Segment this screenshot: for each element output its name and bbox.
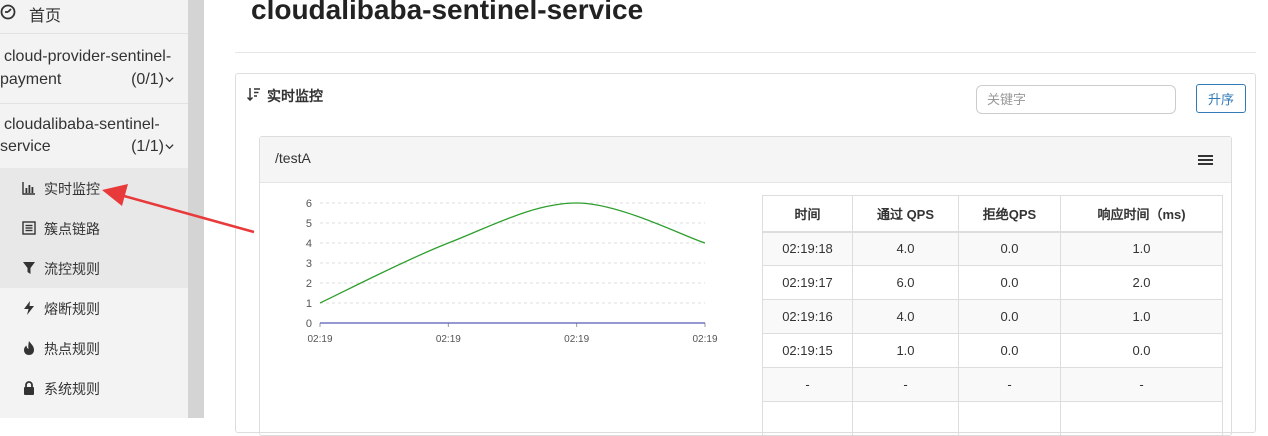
- resource-name: /testA: [275, 150, 311, 166]
- sidebar-item-degrade-rules[interactable]: 熔断规则: [0, 288, 188, 328]
- cell-pass-qps: 4.0: [852, 231, 959, 266]
- cell-block-qps: 0.0: [958, 333, 1061, 368]
- menu-label: 簇点链路: [44, 221, 100, 237]
- y-tick-label: 5: [306, 218, 312, 230]
- app-name-line1: cloud-provider-sentinel-: [4, 48, 172, 65]
- cell-pass-qps: 6.0: [852, 265, 959, 300]
- cell-pass-qps: 1.0: [852, 333, 959, 368]
- sidebar-item-cluster-link[interactable]: 簇点链路: [0, 208, 188, 248]
- y-tick-label: 0: [306, 318, 312, 330]
- cell-block-qps: -: [958, 367, 1061, 402]
- panel-title: 实时监控: [267, 88, 323, 104]
- menu-label: 流控规则: [44, 261, 100, 277]
- cell-pass-qps: 4.0: [852, 299, 959, 334]
- resource-card: /testA 0 1 2 3 4 5 6 02:19 02:19 02:19 02:19 时间 通过…: [259, 136, 1232, 436]
- sidebar-item-flow-rules[interactable]: 流控规则: [0, 248, 188, 288]
- cell-time: 02:19:15: [762, 333, 853, 368]
- bar-chart-icon: [22, 182, 35, 195]
- x-tick-label: 02:19: [564, 334, 589, 345]
- table-header-row: 时间 通过 QPS 拒绝QPS 响应时间（ms): [762, 195, 1223, 233]
- keyword-search-input[interactable]: [976, 85, 1176, 114]
- qps-line-chart: 0 1 2 3 4 5 6 02:19 02:19 02:19 02:19: [306, 198, 718, 345]
- cell-time: 02:19:17: [762, 265, 853, 300]
- app-name-line2: payment: [0, 71, 62, 88]
- table-row: 02:19:16 4.0 0.0 1.0: [762, 299, 1223, 334]
- cell-time: [762, 401, 853, 436]
- list-icon: [22, 221, 36, 235]
- table-row: 02:19:18 4.0 0.0 1.0: [762, 231, 1223, 266]
- cell-block-qps: [958, 401, 1061, 436]
- cell-block-qps: 0.0: [958, 265, 1061, 300]
- menu-icon[interactable]: [1198, 154, 1213, 166]
- sidebar-scrollbar[interactable]: [188, 0, 204, 418]
- app-machine-count: (1/1): [131, 138, 164, 155]
- cell-block-qps: 0.0: [958, 231, 1061, 266]
- col-header-pass-qps: 通过 QPS: [852, 195, 959, 233]
- menu-label: 实时监控: [44, 181, 100, 197]
- cell-rt: 0.0: [1060, 333, 1223, 368]
- cell-time: 02:19:16: [762, 299, 853, 334]
- app-name-line1: cloudalibaba-sentinel-: [4, 116, 160, 133]
- menu-label: 热点规则: [44, 341, 100, 357]
- sidebar-item-hotspot-rules[interactable]: 热点规则: [0, 328, 188, 368]
- sidebar-item-system-rules[interactable]: 系统规则: [0, 368, 188, 408]
- metrics-table: 时间 通过 QPS 拒绝QPS 响应时间（ms) 02:19:18 4.0 0.0 1…: [762, 195, 1223, 436]
- realtime-monitor-panel: 实时监控 升序 /testA 0 1 2 3 4 5 6 02:19 02:19 02:19 02:…: [235, 73, 1256, 436]
- table-row: 02:19:15 1.0 0.0 0.0: [762, 333, 1223, 368]
- y-tick-label: 6: [306, 198, 312, 210]
- lock-icon: [24, 381, 34, 395]
- app-machine-count: (0/1): [131, 71, 164, 88]
- cell-pass-qps: -: [852, 367, 959, 402]
- flash-icon: [24, 301, 34, 315]
- cell-rt: -: [1060, 367, 1223, 402]
- y-tick-label: 1: [306, 298, 312, 310]
- cell-rt: [1060, 401, 1223, 436]
- cell-time: -: [762, 367, 853, 402]
- sidebar-app-service[interactable]: cloudalibaba-sentinel- service (1/1): [0, 103, 188, 168]
- sidebar-app-payment[interactable]: cloud-provider-sentinel- payment (0/1): [0, 33, 188, 103]
- y-tick-label: 2: [306, 278, 312, 290]
- chevron-down-icon: [165, 77, 174, 83]
- sort-amount-icon: [247, 88, 260, 101]
- title-divider: [235, 52, 1256, 53]
- cell-pass-qps: [852, 401, 959, 436]
- col-header-rt: 响应时间（ms): [1060, 195, 1223, 233]
- chevron-down-icon: [165, 144, 174, 150]
- col-header-block-qps: 拒绝QPS: [958, 195, 1061, 233]
- table-row: [762, 401, 1223, 436]
- filter-icon: [23, 262, 35, 274]
- col-header-time: 时间: [762, 195, 853, 233]
- x-tick-label: 02:19: [692, 334, 717, 345]
- series-line-pass-qps: [319, 202, 706, 304]
- sidebar-item-home[interactable]: 首页: [0, 0, 188, 33]
- fire-icon: [24, 341, 34, 355]
- cell-rt: 2.0: [1060, 265, 1223, 300]
- resource-card-header: /testA: [260, 137, 1231, 183]
- y-tick-label: 3: [306, 258, 312, 270]
- cell-block-qps: 0.0: [958, 299, 1061, 334]
- app-name-line2: service: [0, 138, 51, 155]
- x-tick-label: 02:19: [307, 334, 332, 345]
- cell-rt: 1.0: [1060, 299, 1223, 334]
- y-tick-label: 4: [306, 238, 312, 250]
- cell-time: 02:19:18: [762, 231, 853, 266]
- menu-label: 系统规则: [44, 381, 100, 397]
- dashboard-icon: [0, 4, 16, 20]
- table-row: 02:19:17 6.0 0.0 2.0: [762, 265, 1223, 300]
- sort-ascending-button[interactable]: 升序: [1196, 84, 1246, 113]
- cell-rt: 1.0: [1060, 231, 1223, 266]
- page-title: cloudalibaba-sentinel-service: [251, 0, 644, 25]
- sidebar: 首页 cloud-provider-sentinel- payment (0/1…: [0, 0, 188, 418]
- sidebar-home-label: 首页: [29, 8, 62, 25]
- table-row: ----: [762, 367, 1223, 402]
- x-tick-label: 02:19: [436, 334, 461, 345]
- sidebar-item-realtime-monitor[interactable]: 实时监控: [0, 168, 188, 208]
- menu-label: 熔断规则: [44, 301, 100, 317]
